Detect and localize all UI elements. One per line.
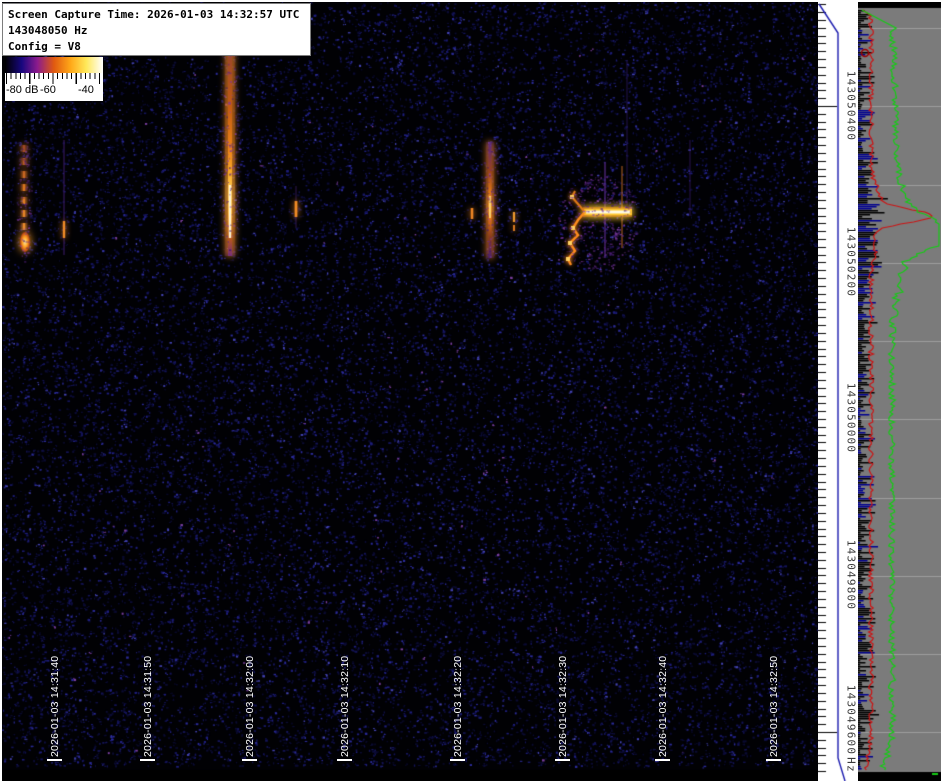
freq-axis-label: 143050200 — [844, 226, 858, 298]
config-line: Config = V8 — [8, 40, 81, 53]
freq-axis-label: 143049600 — [844, 684, 858, 756]
capture-time-line: Screen Capture Time: 2026-01-03 14:32:57… — [8, 8, 300, 21]
time-axis-label: 2026-01-03 14:32:20 — [452, 655, 464, 757]
time-axis-label: 2026-01-03 14:32:50 — [768, 655, 780, 757]
color-scale-gradient — [5, 57, 103, 73]
time-axis-tick — [47, 759, 62, 761]
time-axis-tick — [655, 759, 670, 761]
frequency-line: 143048050 Hz — [8, 24, 88, 37]
time-axis-tick — [140, 759, 155, 761]
time-axis-tick — [450, 759, 465, 761]
time-axis-label: 2026-01-03 14:31:50 — [142, 655, 154, 757]
time-axis-tick — [337, 759, 352, 761]
time-axis-label: 2026-01-03 14:32:30 — [557, 655, 569, 757]
time-axis-tick — [555, 759, 570, 761]
time-axis-label: 2026-01-03 14:32:00 — [244, 655, 256, 757]
legend-label-60db: -60 — [40, 84, 56, 96]
time-axis-tick — [242, 759, 257, 761]
legend-label-40db: -40 — [78, 84, 94, 96]
spectrogram-waterfall — [2, 2, 818, 781]
time-axis-label: 2026-01-03 14:32:40 — [657, 655, 669, 757]
freq-axis-label: 143050000 — [844, 382, 858, 454]
color-scale-legend: -80 dB -60 -40 — [5, 57, 103, 101]
spectrum-panel — [858, 2, 941, 781]
legend-label-80db: -80 dB — [6, 84, 39, 96]
time-axis-tick — [766, 759, 781, 761]
color-scale-ruler — [5, 73, 103, 84]
time-axis-label: 2026-01-03 14:32:10 — [339, 655, 351, 757]
freq-axis-unit: Hz — [844, 757, 858, 773]
screen-capture-frame: Screen Capture Time: 2026-01-03 14:32:57… — [0, 0, 941, 783]
info-box: Screen Capture Time: 2026-01-03 14:32:57… — [2, 3, 311, 56]
freq-axis-label: 143049800 — [844, 539, 858, 611]
time-axis-label: 2026-01-03 14:31:40 — [49, 655, 61, 757]
freq-axis-label: 143050400 — [844, 70, 858, 142]
